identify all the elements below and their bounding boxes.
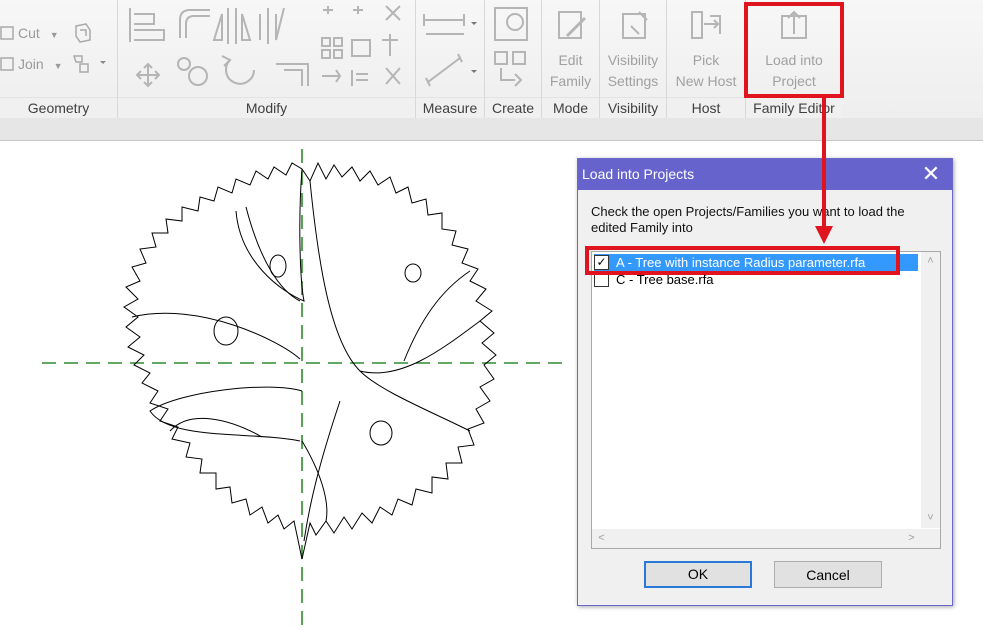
- annotation-arrow: [815, 98, 833, 244]
